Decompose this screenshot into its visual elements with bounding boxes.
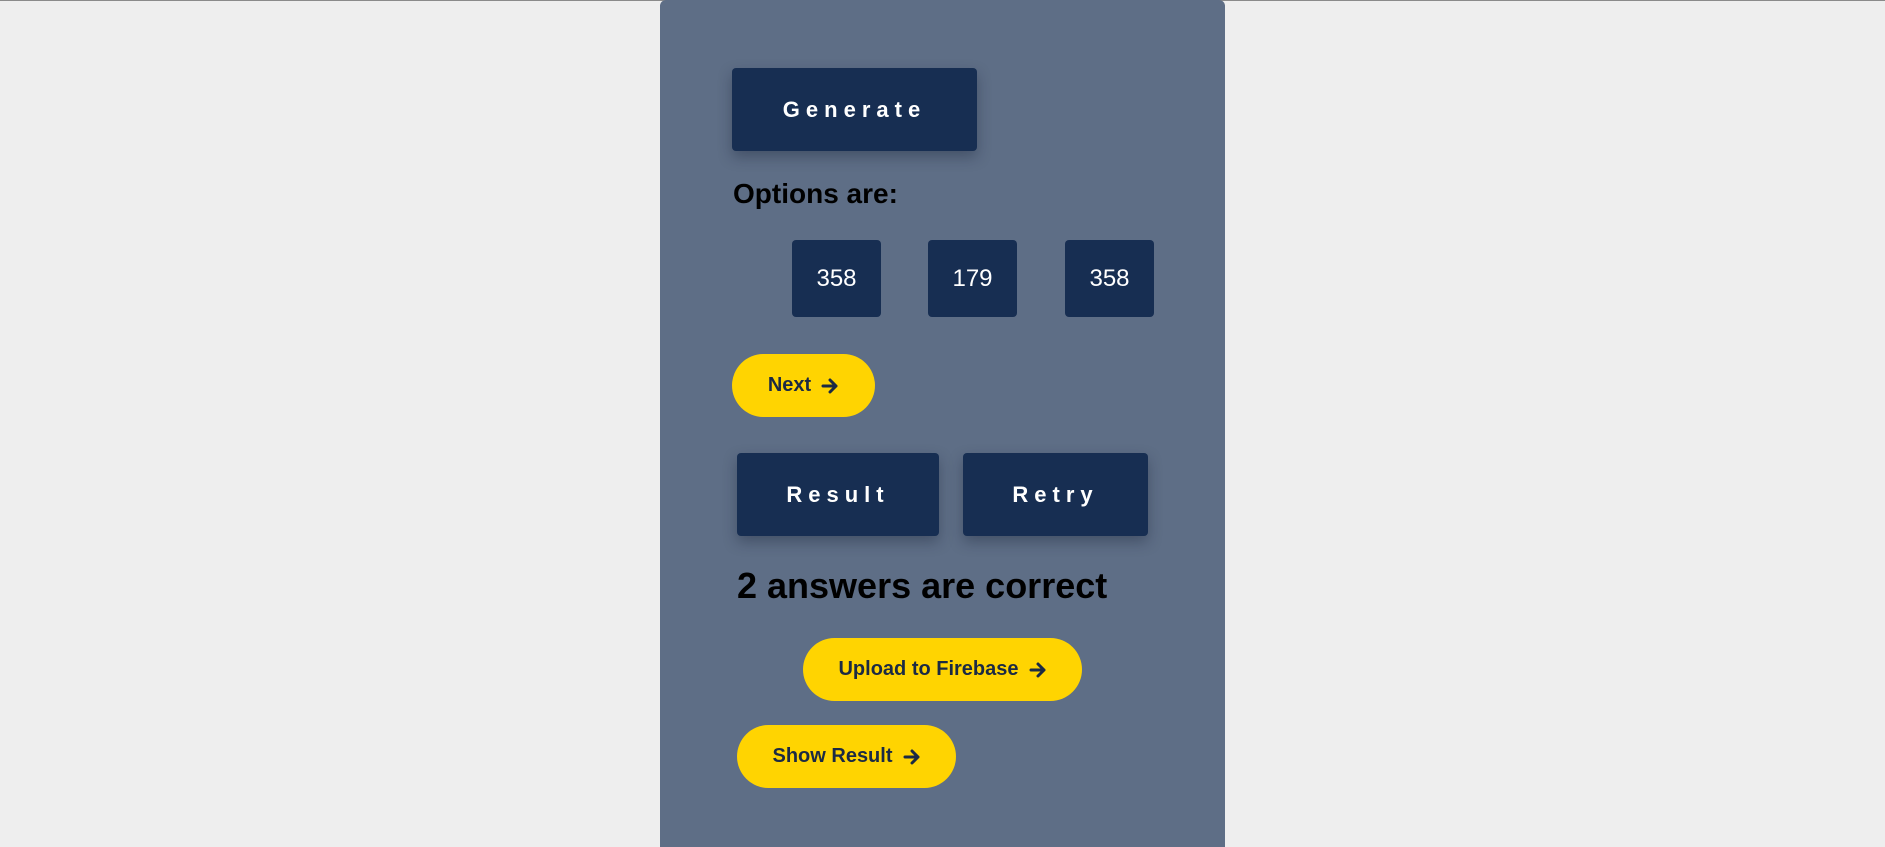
result-button[interactable]: Result: [737, 453, 939, 536]
generate-button[interactable]: Generate: [732, 68, 977, 151]
upload-to-firebase-button[interactable]: Upload to Firebase: [803, 638, 1082, 701]
quiz-panel: Generate Options are: 358 179 358 Next R…: [660, 0, 1225, 847]
next-button[interactable]: Next: [732, 354, 875, 417]
arrow-right-icon: [1029, 661, 1047, 679]
upload-button-label: Upload to Firebase: [838, 658, 1019, 680]
option-1[interactable]: 358: [792, 240, 881, 317]
next-button-label: Next: [767, 374, 812, 396]
correct-count-text: 2 answers are correct: [737, 565, 1108, 606]
retry-button[interactable]: Retry: [963, 453, 1148, 536]
arrow-right-icon: [821, 377, 839, 395]
option-2[interactable]: 179: [928, 240, 1017, 317]
options-heading: Options are:: [733, 178, 898, 209]
option-3[interactable]: 358: [1065, 240, 1154, 317]
show-result-button[interactable]: Show Result: [737, 725, 956, 788]
show-result-button-label: Show Result: [772, 745, 893, 767]
arrow-right-icon: [903, 748, 921, 766]
